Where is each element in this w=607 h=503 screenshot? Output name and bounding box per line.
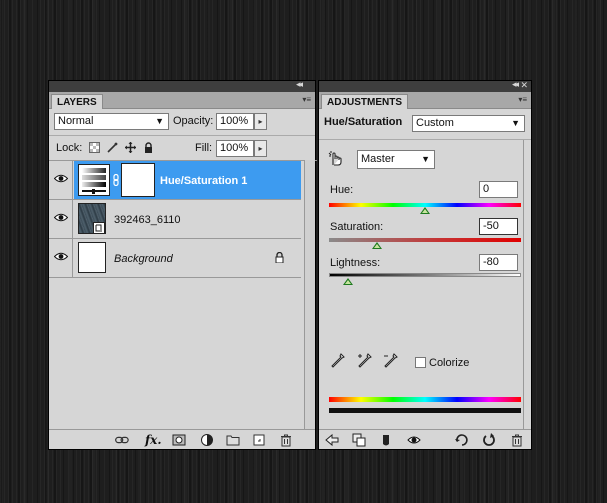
saturation-value: -50 <box>483 220 499 232</box>
eyedropper-minus-icon[interactable] <box>383 353 399 369</box>
hue-slider-thumb[interactable] <box>420 207 430 214</box>
channel-dropdown[interactable]: Master ▼ <box>357 150 435 169</box>
layer-row-photo[interactable]: 392463_6110 <box>49 200 301 239</box>
eyedropper-plus-icon[interactable] <box>357 353 373 369</box>
fill-value: 100% <box>220 142 249 154</box>
channel-value: Master <box>361 153 395 165</box>
layer-row-background[interactable]: Background <box>49 239 301 278</box>
lock-transparency-icon[interactable] <box>89 142 100 153</box>
preset-dropdown[interactable]: Custom ▼ <box>412 115 525 132</box>
source-color-bar <box>329 397 521 402</box>
collapse-icon[interactable]: ◂◂ <box>512 79 519 90</box>
visibility-toggle[interactable] <box>49 161 73 199</box>
eyedropper-icon[interactable] <box>331 353 345 369</box>
adjustments-tab-bar: ADJUSTMENTS ▾≡ <box>319 92 531 109</box>
trash-icon[interactable] <box>510 433 524 447</box>
blend-mode-value: Normal <box>58 115 94 127</box>
lock-label: Lock: <box>56 142 83 154</box>
colorize-label: Colorize <box>429 357 470 369</box>
layer-list: Hue/Saturation 1 392463_6110 Background <box>49 160 317 430</box>
eye-icon <box>54 213 68 222</box>
back-arrow-icon[interactable] <box>325 433 339 447</box>
fx-icon[interactable]: fx. <box>145 433 162 447</box>
saturation-slider-thumb[interactable] <box>372 242 382 249</box>
panel-menu-icon[interactable]: ▾≡ <box>302 95 311 104</box>
saturation-input[interactable]: -50 <box>479 218 518 235</box>
layer-mask-thumbnail[interactable] <box>121 163 155 197</box>
eye-icon <box>54 174 68 183</box>
opacity-value: 100% <box>220 115 249 127</box>
trash-icon[interactable] <box>279 433 293 447</box>
layer-row-hue-saturation[interactable]: Hue/Saturation 1 <box>49 161 301 200</box>
folder-icon[interactable] <box>226 433 240 447</box>
lightness-slider-thumb[interactable] <box>343 278 353 285</box>
layer-name: Hue/Saturation 1 <box>160 175 248 187</box>
lock-all-icon[interactable] <box>143 142 154 153</box>
colorize-checkbox[interactable] <box>415 357 426 368</box>
reset-icon[interactable] <box>482 433 496 447</box>
layers-tab-bar: LAYERS ▾≡ <box>49 92 315 109</box>
chevron-down-icon: ▼ <box>155 116 164 126</box>
panel-menu-icon[interactable]: ▾≡ <box>518 95 527 104</box>
view-previous-icon[interactable] <box>455 433 469 447</box>
layers-panel: ◂◂ LAYERS ▾≡ Normal ▼ Opacity: 100% ▸ Lo… <box>48 79 317 450</box>
chain-link-icon[interactable] <box>113 174 119 186</box>
fill-label: Fill: <box>195 142 213 154</box>
visibility-toggle[interactable] <box>49 239 73 277</box>
lightness-value: -80 <box>483 256 499 268</box>
opacity-input[interactable]: 100% <box>216 113 254 130</box>
adjustment-title: Hue/Saturation <box>324 116 403 128</box>
opacity-label: Opacity: <box>173 115 214 127</box>
close-icon[interactable]: ✕ <box>520 80 528 91</box>
divider <box>49 135 315 136</box>
tab-adjustments[interactable]: ADJUSTMENTS <box>321 94 409 109</box>
link-icon[interactable] <box>115 433 129 447</box>
visibility-toggle-icon[interactable] <box>379 433 393 447</box>
tab-layers[interactable]: LAYERS <box>51 94 103 109</box>
adjustments-panel: ◂◂ ✕ ADJUSTMENTS ▾≡ Hue/Saturation Custo… <box>318 79 532 450</box>
targeted-adjustment-hand-icon[interactable] <box>328 151 344 167</box>
eye-icon <box>54 252 68 261</box>
hue-input[interactable]: 0 <box>479 181 518 198</box>
layer-name: Background <box>114 253 173 265</box>
visibility-toggle[interactable] <box>49 200 73 238</box>
adjustments-scrollbar[interactable] <box>523 140 531 430</box>
layer-name: 392463_6110 <box>114 214 181 226</box>
fill-input[interactable]: 100% <box>216 140 254 157</box>
clip-icon[interactable] <box>352 433 366 447</box>
adjustments-footer <box>319 429 531 449</box>
opacity-slider-button[interactable]: ▸ <box>254 113 267 130</box>
fill-slider-button[interactable]: ▸ <box>254 140 267 157</box>
collapse-icon[interactable]: ◂◂ <box>296 79 303 90</box>
smart-object-icon <box>93 222 105 234</box>
layer-thumbnail <box>78 242 106 273</box>
saturation-label: Saturation: <box>330 221 384 233</box>
result-color-bar <box>329 408 521 413</box>
lock-position-icon[interactable] <box>125 142 136 153</box>
lightness-slider-track[interactable] <box>329 273 521 277</box>
lock-pixels-icon[interactable] <box>107 142 118 153</box>
chevron-down-icon: ▼ <box>421 154 430 164</box>
chevron-down-icon: ▼ <box>511 118 520 128</box>
layers-scrollbar[interactable] <box>304 160 315 430</box>
lightness-label: Lightness: <box>330 257 381 269</box>
eye-icon[interactable] <box>407 433 421 447</box>
hue-label: Hue: <box>330 184 354 196</box>
divider <box>319 139 531 140</box>
new-layer-icon[interactable] <box>252 433 266 447</box>
layers-footer: fx. <box>49 429 315 449</box>
adjustment-layer-thumbnail <box>78 164 110 196</box>
mask-icon[interactable] <box>172 433 186 447</box>
saturation-slider-track[interactable] <box>329 238 521 242</box>
padlock-icon <box>275 252 284 263</box>
blend-mode-dropdown[interactable]: Normal ▼ <box>54 113 169 130</box>
hue-value: 0 <box>483 183 490 195</box>
panel-chrome-bar: ◂◂ <box>49 79 315 92</box>
preset-value: Custom <box>416 117 454 129</box>
adjustment-icon[interactable] <box>200 433 214 447</box>
panel-chrome-bar: ◂◂ ✕ <box>319 79 531 92</box>
lightness-input[interactable]: -80 <box>479 254 518 271</box>
